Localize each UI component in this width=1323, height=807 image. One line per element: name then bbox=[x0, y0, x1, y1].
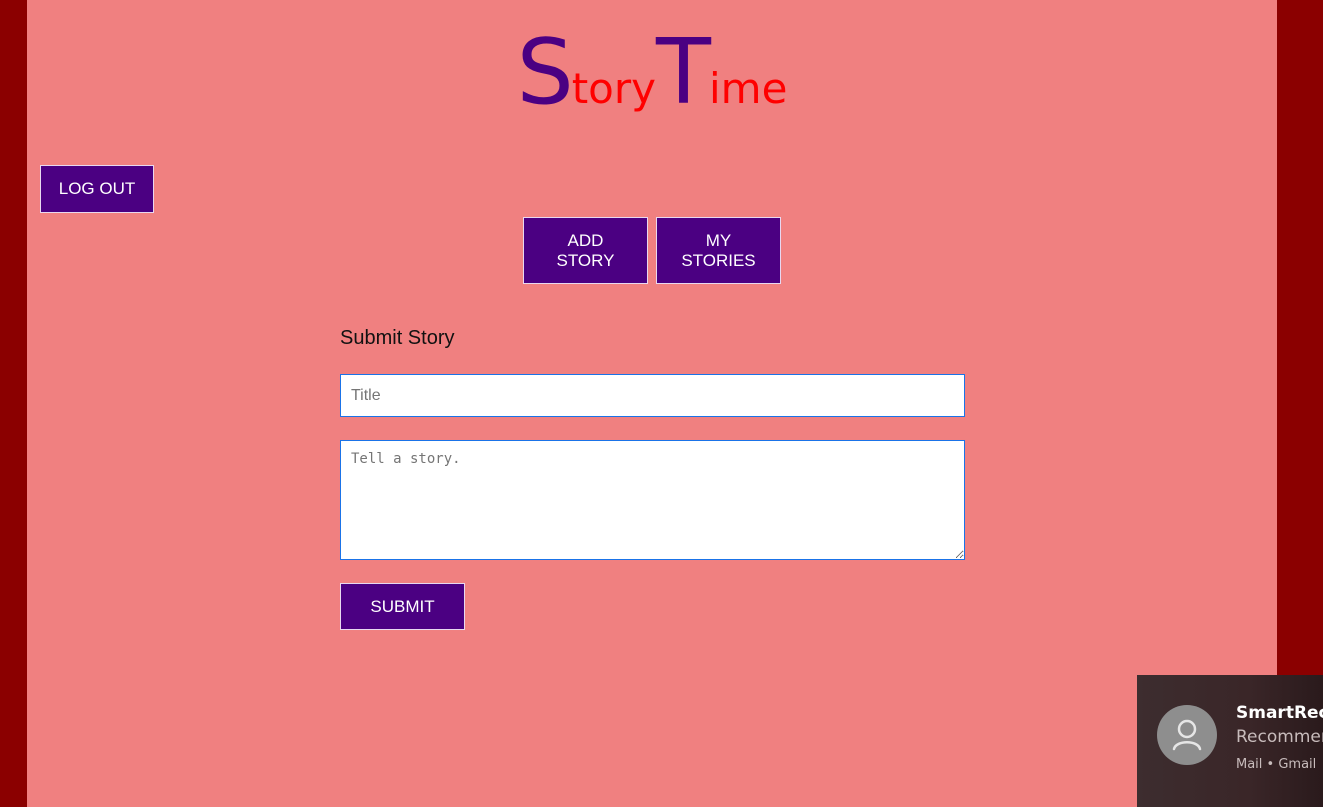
logout-button-label: LOG OUT bbox=[58, 179, 136, 198]
add-story-label-line2: STORY bbox=[556, 250, 615, 270]
logo-word-tory: tory bbox=[571, 64, 657, 113]
notification-sender: SmartRecr bbox=[1236, 703, 1323, 723]
logo-word-ime: ime bbox=[709, 64, 788, 113]
mail-notification-toast[interactable]: SmartRecr Recommer Mail • Gmail bbox=[1137, 675, 1323, 807]
submit-button[interactable]: SUBMIT bbox=[340, 583, 465, 630]
notification-preview: Recommer bbox=[1236, 727, 1323, 747]
my-stories-button[interactable]: MY STORIES bbox=[656, 217, 781, 284]
add-story-label-line1: ADD bbox=[567, 230, 604, 250]
add-story-button[interactable]: ADD STORY bbox=[523, 217, 648, 284]
story-body-textarea[interactable] bbox=[340, 440, 965, 560]
my-stories-label-line2: STORIES bbox=[681, 250, 756, 270]
page-content: StoryTime LOG OUT ADD STORY MY STORIES S… bbox=[27, 0, 1277, 807]
submit-button-label: SUBMIT bbox=[370, 596, 435, 616]
my-stories-label-line1: MY bbox=[705, 230, 732, 250]
site-logo: StoryTime bbox=[27, 28, 1277, 118]
logo-initial-s: S bbox=[516, 20, 574, 125]
story-title-input[interactable] bbox=[340, 374, 965, 417]
logout-button[interactable]: LOG OUT bbox=[40, 165, 154, 213]
notification-source: Mail • Gmail bbox=[1236, 757, 1317, 772]
logo-initial-t: T bbox=[656, 20, 711, 125]
person-icon bbox=[1157, 705, 1217, 765]
submit-story-heading: Submit Story bbox=[340, 327, 455, 349]
